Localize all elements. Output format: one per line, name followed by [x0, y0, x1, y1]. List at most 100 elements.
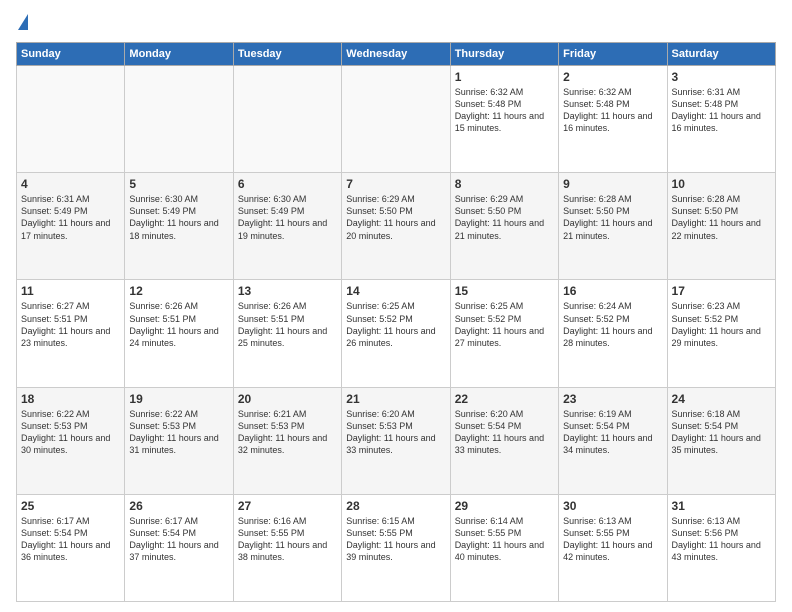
- calendar-cell: [17, 66, 125, 173]
- cell-day-number: 29: [455, 499, 554, 513]
- column-header-tuesday: Tuesday: [233, 43, 341, 66]
- calendar-cell: 25Sunrise: 6:17 AM Sunset: 5:54 PM Dayli…: [17, 494, 125, 601]
- cell-info: Sunrise: 6:26 AM Sunset: 5:51 PM Dayligh…: [129, 300, 228, 349]
- cell-info: Sunrise: 6:31 AM Sunset: 5:48 PM Dayligh…: [672, 86, 771, 135]
- cell-info: Sunrise: 6:28 AM Sunset: 5:50 PM Dayligh…: [563, 193, 662, 242]
- cell-info: Sunrise: 6:13 AM Sunset: 5:55 PM Dayligh…: [563, 515, 662, 564]
- calendar-cell: 13 Sunrise: 6:26 AM Sunset: 5:51 PM Dayli…: [233, 280, 341, 387]
- calendar-body: 1 Sunrise: 6:32 AM Sunset: 5:48 PM Daylig…: [17, 66, 776, 602]
- calendar-cell: [233, 66, 341, 173]
- cell-day-number: 26: [129, 499, 228, 513]
- cell-info: Sunrise: 6:18 AM Sunset: 5:54 PM Dayligh…: [672, 408, 771, 457]
- cell-info: Sunrise: 6:23 AM Sunset: 5:52 PM Dayligh…: [672, 300, 771, 349]
- header-row: SundayMondayTuesdayWednesdayThursdayFrid…: [17, 43, 776, 66]
- calendar-page: SundayMondayTuesdayWednesdayThursdayFrid…: [0, 0, 792, 612]
- column-header-saturday: Saturday: [667, 43, 775, 66]
- cell-info: Sunrise: 6:28 AM Sunset: 5:50 PM Dayligh…: [672, 193, 771, 242]
- cell-info: Sunrise: 6:21 AM Sunset: 5:53 PM Dayligh…: [238, 408, 337, 457]
- calendar-cell: 30 Sunrise: 6:13 AM Sunset: 5:55 PM Dayli…: [559, 494, 667, 601]
- calendar-cell: 8 Sunrise: 6:29 AM Sunset: 5:50 PM Daylig…: [450, 173, 558, 280]
- calendar-cell: [342, 66, 450, 173]
- calendar-cell: 10Sunrise: 6:28 AM Sunset: 5:50 PM Dayli…: [667, 173, 775, 280]
- calendar-cell: 27Sunrise: 6:16 AM Sunset: 5:55 PM Dayli…: [233, 494, 341, 601]
- cell-day-number: 8: [455, 177, 554, 191]
- cell-info: Sunrise: 6:30 AM Sunset: 5:49 PM Dayligh…: [129, 193, 228, 242]
- cell-day-number: 23: [563, 392, 662, 406]
- cell-day-number: 4: [21, 177, 120, 191]
- header: [16, 16, 776, 32]
- calendar-table: SundayMondayTuesdayWednesdayThursdayFrid…: [16, 42, 776, 602]
- cell-day-number: 20: [238, 392, 337, 406]
- column-header-monday: Monday: [125, 43, 233, 66]
- cell-day-number: 3: [672, 70, 771, 84]
- cell-info: Sunrise: 6:20 AM Sunset: 5:54 PM Dayligh…: [455, 408, 554, 457]
- cell-info: Sunrise: 6:17 AM Sunset: 5:54 PM Dayligh…: [21, 515, 120, 564]
- cell-day-number: 7: [346, 177, 445, 191]
- calendar-cell: 31 Sunrise: 6:13 AM Sunset: 5:56 PM Dayli…: [667, 494, 775, 601]
- week-row-3: 11 Sunrise: 6:27 AM Sunset: 5:51 PM Dayli…: [17, 280, 776, 387]
- week-row-5: 25Sunrise: 6:17 AM Sunset: 5:54 PM Dayli…: [17, 494, 776, 601]
- cell-day-number: 12: [129, 284, 228, 298]
- calendar-cell: [125, 66, 233, 173]
- cell-day-number: 18: [21, 392, 120, 406]
- calendar-cell: 6Sunrise: 6:30 AM Sunset: 5:49 PM Daylig…: [233, 173, 341, 280]
- cell-info: Sunrise: 6:15 AM Sunset: 5:55 PM Dayligh…: [346, 515, 445, 564]
- cell-info: Sunrise: 6:30 AM Sunset: 5:49 PM Dayligh…: [238, 193, 337, 242]
- calendar-cell: 21Sunrise: 6:20 AM Sunset: 5:53 PM Dayli…: [342, 387, 450, 494]
- calendar-cell: 11 Sunrise: 6:27 AM Sunset: 5:51 PM Dayli…: [17, 280, 125, 387]
- calendar-cell: 19Sunrise: 6:22 AM Sunset: 5:53 PM Dayli…: [125, 387, 233, 494]
- calendar-cell: 14 Sunrise: 6:25 AM Sunset: 5:52 PM Dayli…: [342, 280, 450, 387]
- column-header-friday: Friday: [559, 43, 667, 66]
- cell-day-number: 15: [455, 284, 554, 298]
- cell-day-number: 30: [563, 499, 662, 513]
- cell-day-number: 28: [346, 499, 445, 513]
- column-header-thursday: Thursday: [450, 43, 558, 66]
- calendar-cell: 2 Sunrise: 6:32 AM Sunset: 5:48 PM Daylig…: [559, 66, 667, 173]
- cell-info: Sunrise: 6:27 AM Sunset: 5:51 PM Dayligh…: [21, 300, 120, 349]
- logo-text: [16, 16, 28, 32]
- cell-info: Sunrise: 6:32 AM Sunset: 5:48 PM Dayligh…: [563, 86, 662, 135]
- cell-day-number: 11: [21, 284, 120, 298]
- cell-day-number: 16: [563, 284, 662, 298]
- calendar-cell: 17Sunrise: 6:23 AM Sunset: 5:52 PM Dayli…: [667, 280, 775, 387]
- calendar-cell: 29 Sunrise: 6:14 AM Sunset: 5:55 PM Dayli…: [450, 494, 558, 601]
- cell-info: Sunrise: 6:16 AM Sunset: 5:55 PM Dayligh…: [238, 515, 337, 564]
- week-row-1: 1 Sunrise: 6:32 AM Sunset: 5:48 PM Daylig…: [17, 66, 776, 173]
- cell-info: Sunrise: 6:24 AM Sunset: 5:52 PM Dayligh…: [563, 300, 662, 349]
- column-header-wednesday: Wednesday: [342, 43, 450, 66]
- cell-info: Sunrise: 6:25 AM Sunset: 5:52 PM Dayligh…: [346, 300, 445, 349]
- calendar-cell: 1 Sunrise: 6:32 AM Sunset: 5:48 PM Daylig…: [450, 66, 558, 173]
- cell-info: Sunrise: 6:26 AM Sunset: 5:51 PM Dayligh…: [238, 300, 337, 349]
- cell-info: Sunrise: 6:32 AM Sunset: 5:48 PM Dayligh…: [455, 86, 554, 135]
- calendar-cell: 7 Sunrise: 6:29 AM Sunset: 5:50 PM Daylig…: [342, 173, 450, 280]
- cell-day-number: 14: [346, 284, 445, 298]
- cell-day-number: 22: [455, 392, 554, 406]
- cell-info: Sunrise: 6:22 AM Sunset: 5:53 PM Dayligh…: [21, 408, 120, 457]
- cell-info: Sunrise: 6:29 AM Sunset: 5:50 PM Dayligh…: [455, 193, 554, 242]
- logo-triangle-icon: [18, 14, 28, 30]
- cell-info: Sunrise: 6:31 AM Sunset: 5:49 PM Dayligh…: [21, 193, 120, 242]
- calendar-cell: 26Sunrise: 6:17 AM Sunset: 5:54 PM Dayli…: [125, 494, 233, 601]
- cell-day-number: 13: [238, 284, 337, 298]
- cell-day-number: 31: [672, 499, 771, 513]
- cell-day-number: 1: [455, 70, 554, 84]
- cell-day-number: 24: [672, 392, 771, 406]
- cell-info: Sunrise: 6:13 AM Sunset: 5:56 PM Dayligh…: [672, 515, 771, 564]
- calendar-cell: 23 Sunrise: 6:19 AM Sunset: 5:54 PM Dayli…: [559, 387, 667, 494]
- cell-day-number: 5: [129, 177, 228, 191]
- cell-info: Sunrise: 6:19 AM Sunset: 5:54 PM Dayligh…: [563, 408, 662, 457]
- calendar-cell: 28 Sunrise: 6:15 AM Sunset: 5:55 PM Dayli…: [342, 494, 450, 601]
- cell-info: Sunrise: 6:29 AM Sunset: 5:50 PM Dayligh…: [346, 193, 445, 242]
- calendar-cell: 9 Sunrise: 6:28 AM Sunset: 5:50 PM Daylig…: [559, 173, 667, 280]
- calendar-cell: 16 Sunrise: 6:24 AM Sunset: 5:52 PM Dayli…: [559, 280, 667, 387]
- cell-day-number: 21: [346, 392, 445, 406]
- cell-info: Sunrise: 6:25 AM Sunset: 5:52 PM Dayligh…: [455, 300, 554, 349]
- cell-info: Sunrise: 6:14 AM Sunset: 5:55 PM Dayligh…: [455, 515, 554, 564]
- calendar-cell: 12 Sunrise: 6:26 AM Sunset: 5:51 PM Dayli…: [125, 280, 233, 387]
- cell-day-number: 9: [563, 177, 662, 191]
- calendar-cell: 3 Sunrise: 6:31 AM Sunset: 5:48 PM Daylig…: [667, 66, 775, 173]
- calendar-cell: 5 Sunrise: 6:30 AM Sunset: 5:49 PM Daylig…: [125, 173, 233, 280]
- calendar-header: SundayMondayTuesdayWednesdayThursdayFrid…: [17, 43, 776, 66]
- calendar-cell: 24 Sunrise: 6:18 AM Sunset: 5:54 PM Dayli…: [667, 387, 775, 494]
- cell-day-number: 2: [563, 70, 662, 84]
